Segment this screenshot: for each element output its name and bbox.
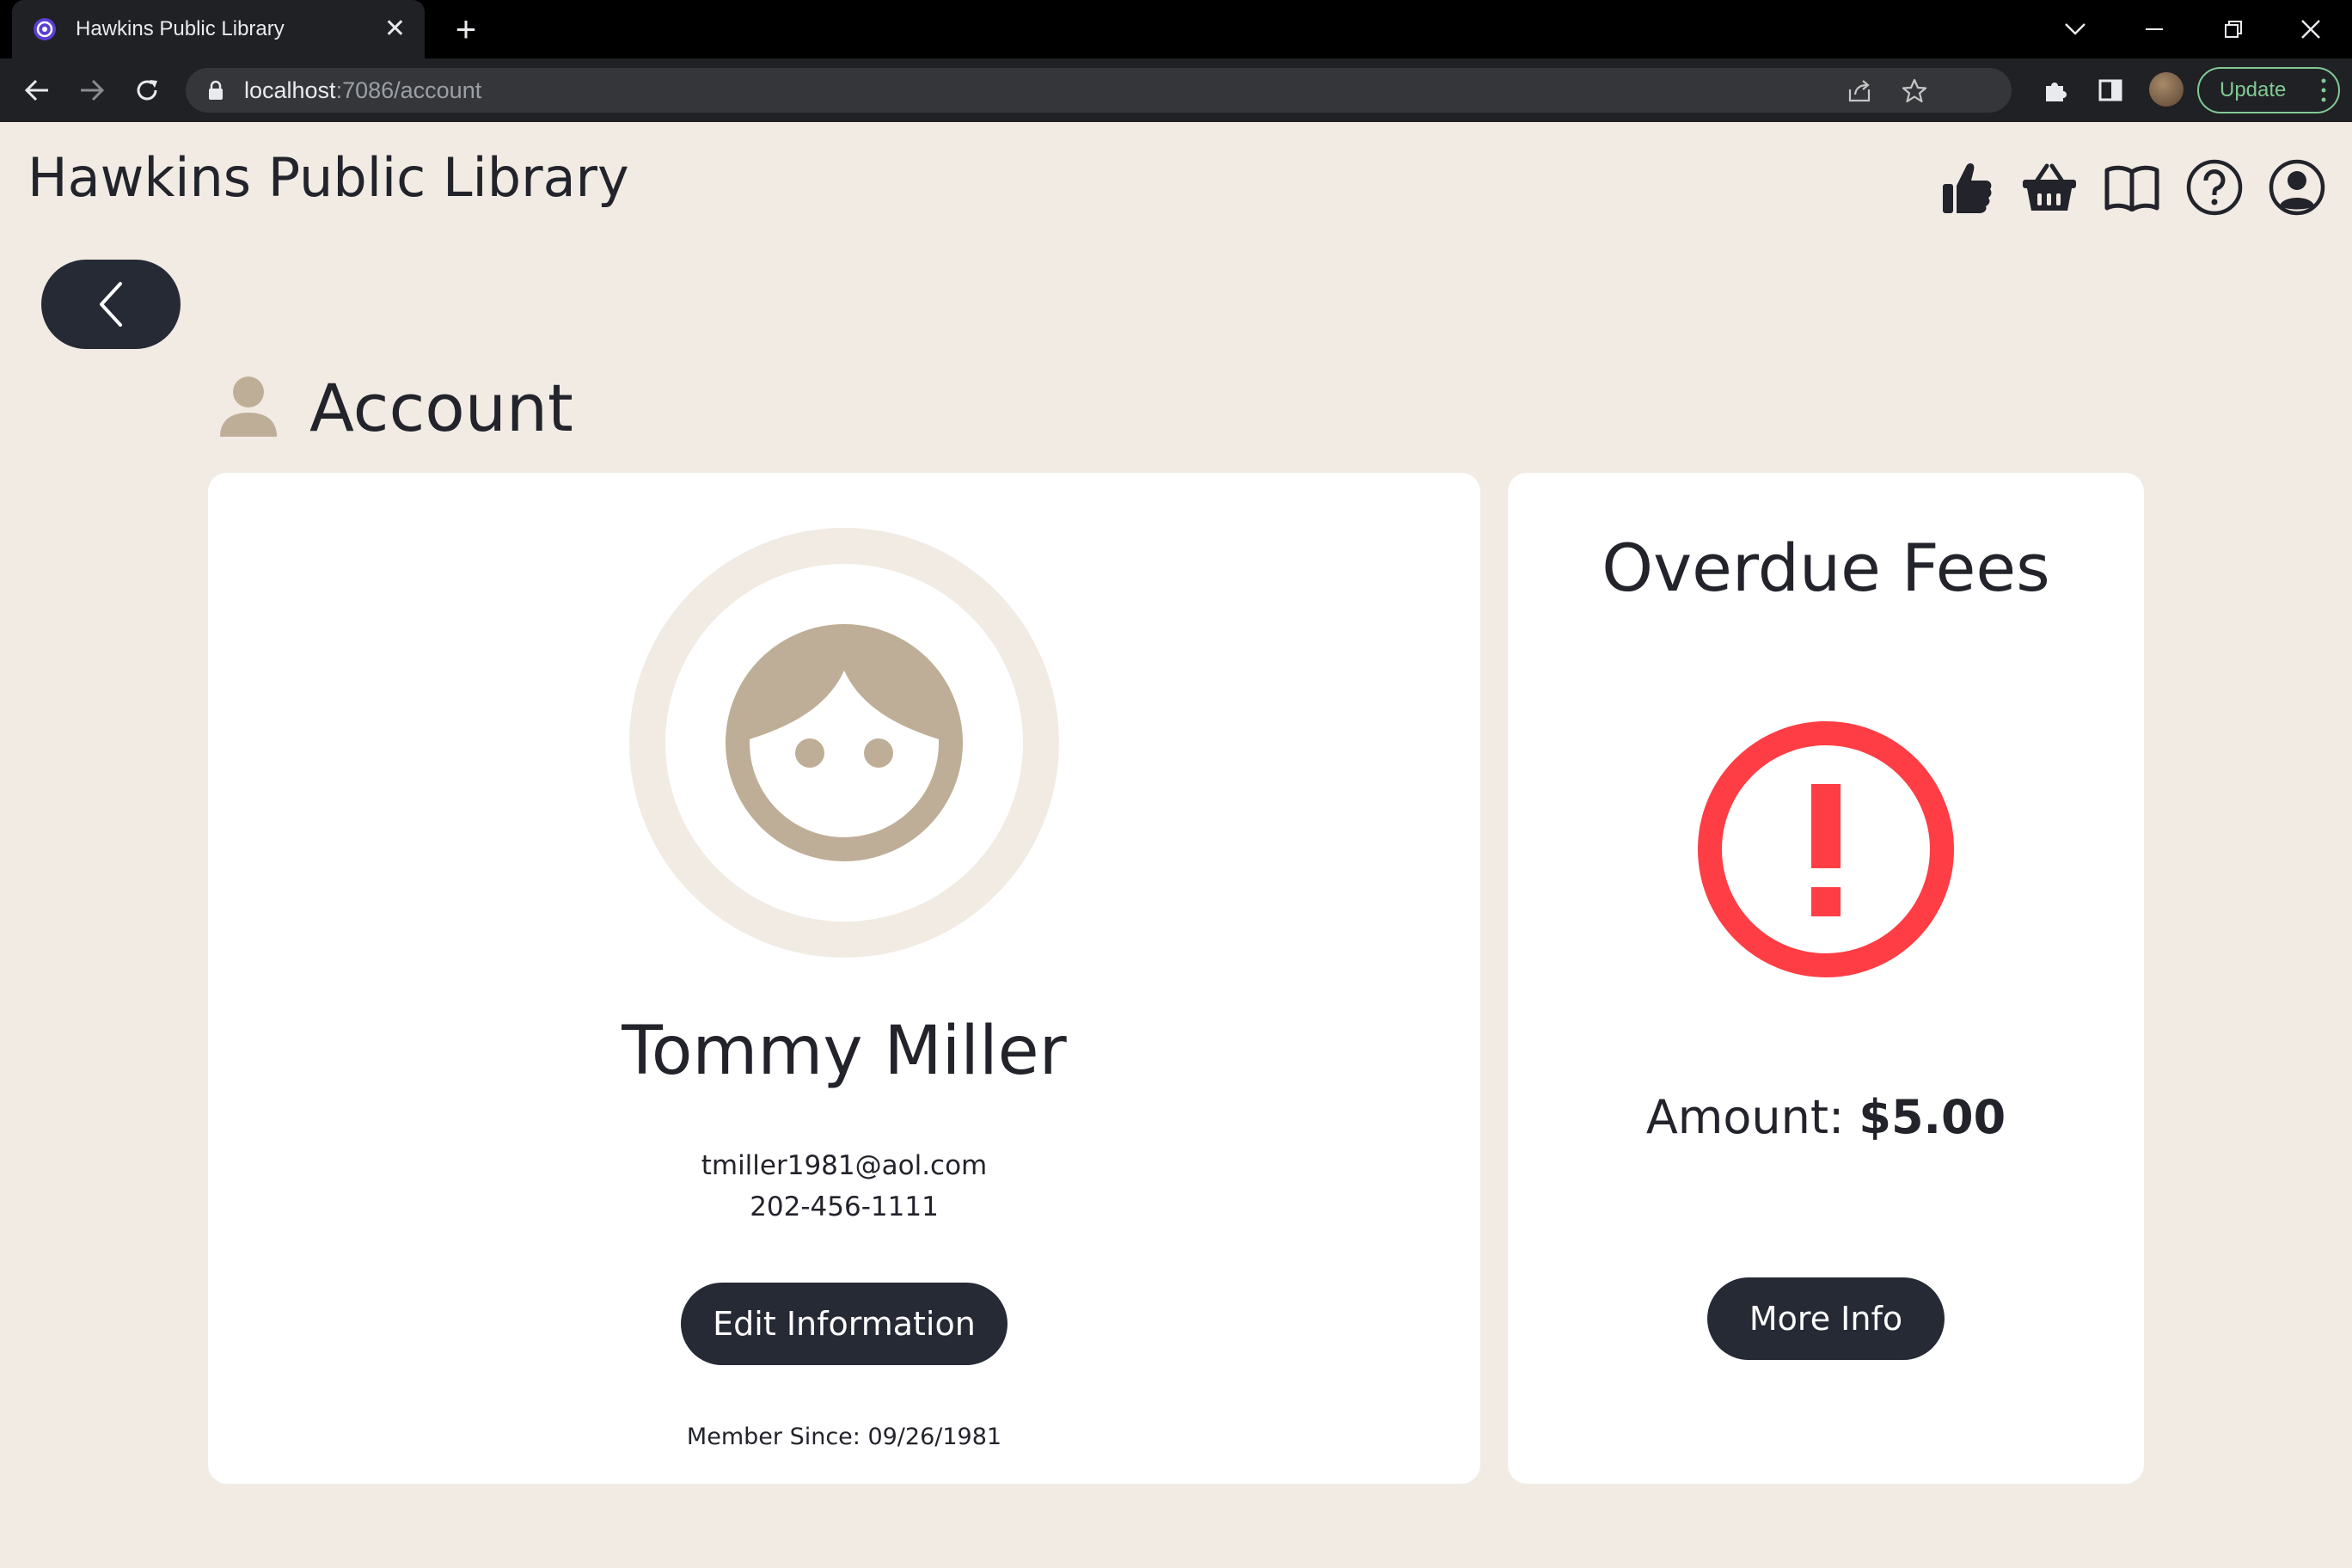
browser-toolbar: localhost:7086/account Update	[0, 58, 2352, 122]
update-button[interactable]: Update	[2197, 67, 2340, 113]
back-button[interactable]	[41, 260, 181, 349]
member-since: Member Since: 09/26/1981	[686, 1424, 1002, 1450]
account-heading: Account	[217, 370, 573, 446]
tab-title: Hawkins Public Library	[76, 17, 285, 40]
share-icon[interactable]	[1845, 77, 1874, 106]
app-favicon-icon	[34, 18, 56, 40]
minimize-icon[interactable]	[2134, 9, 2175, 50]
profile-avatar-frame	[629, 528, 1059, 958]
more-info-button[interactable]: More Info	[1707, 1277, 1945, 1360]
browser-tab[interactable]: Hawkins Public Library ✕	[12, 0, 425, 58]
help-icon[interactable]	[2184, 156, 2245, 218]
thumbs-up-icon[interactable]	[1936, 156, 1998, 218]
tab-search-icon[interactable]	[2055, 9, 2096, 50]
browser-tab-strip: Hawkins Public Library ✕ +	[0, 0, 2352, 58]
user-email: tmiller1981@aol.com	[701, 1150, 988, 1181]
user-phone: 202-456-1111	[750, 1191, 939, 1222]
address-bar[interactable]: localhost:7086/account	[186, 68, 2012, 113]
extensions-icon[interactable]	[2037, 72, 2073, 108]
bookmark-star-icon[interactable]	[1900, 77, 1929, 106]
profile-avatar[interactable]	[2149, 72, 2184, 107]
alert-icon	[1698, 721, 1954, 977]
book-icon[interactable]	[2101, 156, 2163, 218]
reload-icon[interactable]	[127, 70, 167, 110]
user-name: Tommy Miller	[622, 1013, 1067, 1090]
new-tab-icon[interactable]: +	[447, 10, 485, 48]
close-window-icon[interactable]	[2290, 9, 2331, 50]
basket-icon[interactable]	[2018, 156, 2080, 218]
site-title[interactable]: Hawkins Public Library	[28, 146, 629, 209]
fee-amount-label: Amount:	[1645, 1090, 1859, 1144]
more-menu-icon	[2321, 78, 2326, 102]
forward-nav-icon[interactable]	[72, 70, 112, 110]
fee-amount-value: $5.00	[1859, 1090, 2006, 1144]
chevron-left-icon	[100, 282, 122, 327]
fee-amount: Amount: $5.00	[1508, 1090, 2144, 1144]
edit-information-button[interactable]: Edit Information	[681, 1283, 1008, 1365]
back-nav-icon[interactable]	[17, 70, 57, 110]
fees-title: Overdue Fees	[1602, 530, 2050, 606]
side-panel-icon[interactable]	[2092, 72, 2128, 108]
page-title: Account	[309, 370, 573, 446]
face-avatar-icon	[726, 624, 963, 861]
lock-icon	[209, 80, 223, 100]
user-account-icon[interactable]	[2266, 156, 2328, 218]
overdue-fees-card: Overdue Fees Amount: $5.00 More Info	[1508, 473, 2144, 1484]
url-text: localhost:7086/account	[244, 77, 482, 103]
tab-close-icon[interactable]: ✕	[384, 16, 406, 42]
update-label: Update	[2220, 78, 2287, 101]
profile-card: Tommy Miller tmiller1981@aol.com 202-456…	[208, 473, 1480, 1484]
restore-icon[interactable]	[2213, 9, 2254, 50]
person-icon	[220, 376, 277, 437]
